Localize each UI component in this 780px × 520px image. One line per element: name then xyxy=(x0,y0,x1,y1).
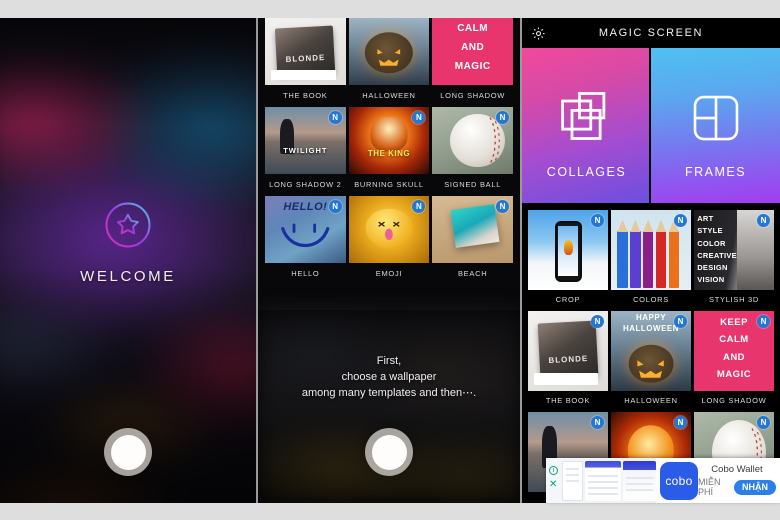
new-badge: N xyxy=(328,200,342,213)
hero-cards-row: COLLAGES FRAMES xyxy=(522,48,780,203)
ad-subtitle: MIỄN PHÍ xyxy=(698,477,721,497)
page-title: MAGIC SCREEN xyxy=(598,27,704,39)
template-label: HALLOWEEN xyxy=(624,396,678,405)
star-badge-icon xyxy=(104,201,152,249)
ad-copy: Cobo Wallet MIỄN PHÍ NHẬN xyxy=(698,464,780,497)
cobo-logo: cobo xyxy=(660,461,698,500)
template-cell[interactable]: N CROP xyxy=(528,210,608,311)
ad-cta-button[interactable]: NHẬN xyxy=(734,479,776,495)
home-circle-button[interactable] xyxy=(104,428,152,476)
template-cell[interactable]: CALM AND MAGIC LONG SHADOW xyxy=(432,18,513,107)
template-thumbnail[interactable]: CALM AND MAGIC xyxy=(432,18,513,85)
template-cell[interactable]: N SIGNED BALL xyxy=(432,107,513,196)
gear-icon[interactable] xyxy=(531,26,546,41)
app-header: MAGIC SCREEN xyxy=(522,18,780,48)
ad-screenshot-2 xyxy=(585,460,621,501)
template-label: BURNING SKULL xyxy=(354,180,424,189)
template-thumbnail[interactable]: ART STYLE COLOR CREATIVE DESIGN VISION N xyxy=(694,210,774,290)
ad-screenshots: i ✕ xyxy=(546,458,656,503)
template-label: STYLISH 3D xyxy=(709,295,759,304)
screenshot-stage: WELCOME BLONDE THE BOOK HALLOWEEN CALM A… xyxy=(0,0,780,520)
ad-subtitle-row: MIỄN PHÍ NHẬN xyxy=(698,477,776,497)
template-thumbnail[interactable]: N xyxy=(432,196,513,263)
stacked-squares-icon xyxy=(557,86,617,151)
new-badge: N xyxy=(674,214,687,227)
instruction-line-1: First, xyxy=(376,355,402,367)
collages-card[interactable]: COLLAGES xyxy=(522,48,651,203)
template-label: SIGNED BALL xyxy=(444,180,502,189)
template-thumbnail[interactable] xyxy=(348,18,430,85)
template-label: THE BOOK xyxy=(283,91,328,100)
template-label: LONG SHADOW xyxy=(701,396,767,405)
template-thumbnail[interactable]: KEEP CALM AND MAGIC N xyxy=(694,311,774,391)
new-badge: N xyxy=(674,416,687,429)
template-cell[interactable]: N COLORS xyxy=(611,210,691,311)
template-thumbnail[interactable]: HELLO! N xyxy=(265,196,346,263)
template-cell[interactable]: HALLOWEEN xyxy=(348,18,430,107)
template-thumbnail[interactable]: N xyxy=(432,107,513,174)
new-badge: N xyxy=(674,315,687,328)
welcome-block: WELCOME xyxy=(0,201,256,285)
template-thumbnail[interactable]: THE KING N xyxy=(348,107,430,174)
template-label: HALLOWEEN xyxy=(362,91,416,100)
new-badge: N xyxy=(328,111,342,124)
home-button-inner xyxy=(371,434,407,470)
template-thumbnail[interactable]: TWILIGHT N xyxy=(265,107,346,174)
home-button-inner xyxy=(110,434,146,470)
template-cell[interactable]: ART STYLE COLOR CREATIVE DESIGN VISION N STYL… xyxy=(694,210,774,311)
template-thumbnail[interactable]: N xyxy=(348,196,430,263)
new-badge: N xyxy=(591,416,604,429)
template-cell[interactable]: HAPPY HALLOWEEN N HALLOWEEN xyxy=(611,311,691,412)
template-label: THE BOOK xyxy=(545,396,591,405)
template-cell[interactable]: THE KING N BURNING SKULL xyxy=(348,107,430,196)
template-label: EMOJI xyxy=(375,269,403,278)
template-thumbnail[interactable]: HAPPY HALLOWEEN N xyxy=(611,311,691,391)
ad-screenshot-3 xyxy=(622,460,656,501)
new-badge: N xyxy=(757,416,770,429)
template-cell[interactable]: KEEP CALM AND MAGIC N LONG SHADOW xyxy=(694,311,774,412)
ad-banner[interactable]: i ✕ cobo Cobo Wallet MIỄN PHÍ NHẬN xyxy=(546,458,780,503)
instruction-text: First, choose a wallpaper among many tem… xyxy=(258,354,520,402)
frame-grid-icon xyxy=(688,90,744,151)
template-picker-panel: BLONDE THE BOOK HALLOWEEN CALM AND MAGIC… xyxy=(258,18,520,503)
template-cell[interactable]: TWILIGHT N LONG SHADOW 2 xyxy=(265,107,346,196)
frames-label: FRAMES xyxy=(684,165,747,179)
ad-title: Cobo Wallet xyxy=(711,464,763,475)
template-thumbnail[interactable]: N xyxy=(611,210,691,290)
new-badge: N xyxy=(591,214,604,227)
template-grid: BLONDE THE BOOK HALLOWEEN CALM AND MAGIC… xyxy=(265,18,513,285)
template-cell[interactable]: N EMOJI xyxy=(348,196,430,285)
new-badge: N xyxy=(495,111,509,124)
collages-label: COLLAGES xyxy=(546,165,627,179)
template-label: LONG SHADOW 2 xyxy=(269,180,342,189)
ad-screenshot-1 xyxy=(562,460,584,501)
close-icon[interactable]: ✕ xyxy=(549,480,557,490)
info-icon[interactable]: i xyxy=(549,466,558,475)
new-badge: N xyxy=(757,315,770,328)
template-label: COLORS xyxy=(633,295,669,304)
template-thumbnail[interactable]: BLONDE N xyxy=(528,311,608,391)
instruction-line-2: choose a wallpaper xyxy=(341,370,437,383)
new-badge: N xyxy=(591,315,604,328)
welcome-screen-panel: WELCOME xyxy=(0,18,256,503)
magic-screen-panel: MAGIC SCREEN COLLAGES FRAMES N CROP N CO… xyxy=(522,18,780,503)
template-cell[interactable]: BLONDE N THE BOOK xyxy=(528,311,608,412)
template-thumbnail[interactable]: N xyxy=(528,210,608,290)
welcome-label: WELCOME xyxy=(80,268,176,285)
template-cell[interactable]: HELLO! N HELLO xyxy=(265,196,346,285)
home-circle-button[interactable] xyxy=(365,428,413,476)
new-badge: N xyxy=(757,214,770,227)
template-label: BEACH xyxy=(457,269,488,278)
template-cell[interactable]: BLONDE THE BOOK xyxy=(265,18,346,107)
template-label: HELLO xyxy=(291,269,320,278)
new-badge: N xyxy=(495,200,509,213)
template-label: CROP xyxy=(555,295,581,304)
template-cell[interactable]: N BEACH xyxy=(432,196,513,285)
template-label: LONG SHADOW xyxy=(440,91,506,100)
instruction-line-3: among many templates and then⋯. xyxy=(301,386,477,399)
template-thumbnail[interactable]: BLONDE xyxy=(265,18,346,85)
frames-card[interactable]: FRAMES xyxy=(651,48,780,203)
